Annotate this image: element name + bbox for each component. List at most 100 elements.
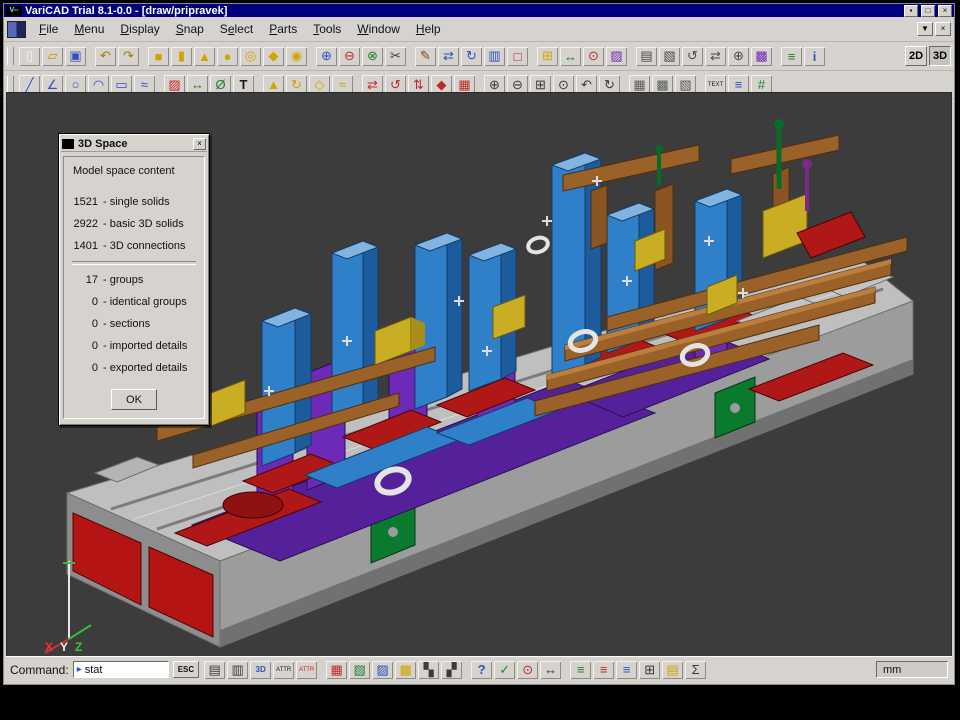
rotate-view-icon[interactable]: ↺ xyxy=(682,47,703,66)
open-file-icon[interactable]: ▱ xyxy=(42,47,63,66)
insert-part-icon[interactable]: ⊞ xyxy=(537,47,558,66)
units-field[interactable]: mm xyxy=(876,661,948,678)
mode-2d-button[interactable]: 2D xyxy=(905,46,927,66)
list-groups-icon[interactable]: ≡ xyxy=(593,661,614,679)
menu-item-display[interactable]: Display xyxy=(112,20,167,38)
rotate-solid-icon[interactable]: ↻ xyxy=(461,47,482,66)
stat-row-basic-solids: 2922 - basic 3D solids xyxy=(68,213,200,235)
calculator-icon[interactable]: Σ xyxy=(685,661,706,679)
plot-icon[interactable]: ▥ xyxy=(227,661,248,679)
command-label: Command: xyxy=(10,663,69,677)
viewport-3d[interactable]: X Y Z 3D Space × Model space content 152… xyxy=(6,92,952,657)
dialog-close-icon[interactable]: × xyxy=(193,138,206,150)
menu-item-window[interactable]: Window xyxy=(349,20,408,38)
solid-cone-icon[interactable]: ▲ xyxy=(194,47,215,66)
solid-cylinder-icon[interactable]: ▮ xyxy=(171,47,192,66)
select-layer-icon[interactable]: ▧ xyxy=(349,661,370,679)
pan-view-icon[interactable]: ⇄ xyxy=(705,47,726,66)
print-icon[interactable]: ▤ xyxy=(204,661,225,679)
list-layers-icon[interactable]: ≡ xyxy=(616,661,637,679)
solid-cut-icon[interactable]: ✂ xyxy=(385,47,406,66)
attributes-icon[interactable]: ≡ xyxy=(781,47,802,66)
mdi-restore-button[interactable]: ▼ xyxy=(917,22,933,36)
menu-item-parts[interactable]: Parts xyxy=(261,20,305,38)
boolean-union-icon[interactable]: ⊕ xyxy=(316,47,337,66)
menu-item-help[interactable]: Help xyxy=(408,20,449,38)
save-file-icon[interactable]: ▣ xyxy=(65,47,86,66)
undo-icon[interactable]: ↶ xyxy=(95,47,116,66)
info-icon[interactable]: i xyxy=(804,47,825,66)
maximize-button[interactable]: □ xyxy=(921,5,935,17)
mdi-close-button[interactable]: × xyxy=(935,22,951,36)
stat-value: 1401 xyxy=(68,240,98,252)
command-combo[interactable]: ▸ xyxy=(73,661,169,678)
toolbar-grip[interactable] xyxy=(7,76,14,94)
stat-value: 0 xyxy=(68,296,98,308)
view-front-icon[interactable]: ▤ xyxy=(636,47,657,66)
copy-solid-icon[interactable]: ▥ xyxy=(484,47,505,66)
hide-solid-icon[interactable]: ▩ xyxy=(751,47,772,66)
snap-point-icon[interactable]: ⊙ xyxy=(583,47,604,66)
dialog-title-bar[interactable]: 3D Space × xyxy=(61,136,207,152)
list-solids-icon[interactable]: ≡ xyxy=(570,661,591,679)
command-bar-icons: ▤▥3DATTRATTR▦▧▨▩▚▞?✓⊙↔≡≡≡⊞▤Σ xyxy=(203,660,707,679)
unblank-solid-icon[interactable]: ▞ xyxy=(441,661,462,679)
solid-sphere-icon[interactable]: ● xyxy=(217,47,238,66)
menu-item-menu[interactable]: Menu xyxy=(66,20,112,38)
boolean-intersect-icon[interactable]: ⊗ xyxy=(362,47,383,66)
blank-solid-icon[interactable]: ▚ xyxy=(418,661,439,679)
verify-icon[interactable]: ✓ xyxy=(494,661,515,679)
solid-pipe-icon[interactable]: ◉ xyxy=(286,47,307,66)
close-button[interactable]: × xyxy=(938,5,952,17)
select-type-icon[interactable]: ▨ xyxy=(372,661,393,679)
title-bar[interactable]: V-- VariCAD Trial 8.1-0.0 - [draw/pripra… xyxy=(4,4,954,17)
toolbar-grip[interactable] xyxy=(7,47,14,65)
select-all-icon[interactable]: ▦ xyxy=(326,661,347,679)
database-table-icon[interactable]: ⊞ xyxy=(639,661,660,679)
convert-3d-2d-icon[interactable]: 3D xyxy=(250,661,271,679)
menu-item-select[interactable]: Select xyxy=(212,20,261,38)
toolbar-group-separator xyxy=(628,47,635,66)
command-input[interactable] xyxy=(85,664,149,676)
menu-item-file[interactable]: File xyxy=(31,20,66,38)
stat-row-identical-groups: 0 - identical groups xyxy=(68,291,200,313)
edit-solid-icon[interactable]: ✎ xyxy=(415,47,436,66)
redo-icon[interactable]: ↷ xyxy=(118,47,139,66)
identify-icon[interactable]: ? xyxy=(471,661,492,679)
notes-icon[interactable]: ▤ xyxy=(662,661,683,679)
attributes-edit-icon[interactable]: ATTR xyxy=(296,661,317,679)
toolbar-group-separator xyxy=(308,47,315,66)
zoom-select-icon[interactable]: ⊕ xyxy=(728,47,749,66)
dialog-icon xyxy=(62,139,74,149)
axis-y-label: Y xyxy=(60,640,68,654)
new-file-icon[interactable]: ▯ xyxy=(19,47,40,66)
esc-button[interactable]: ESC xyxy=(173,661,199,678)
mode-3d-button[interactable]: 3D xyxy=(929,46,951,66)
solid-box-icon[interactable]: ■ xyxy=(148,47,169,66)
shade-button[interactable]: ▪ xyxy=(904,5,918,17)
select-color-icon[interactable]: ▩ xyxy=(395,661,416,679)
attributes-view-icon[interactable]: ATTR xyxy=(273,661,294,679)
stat-label: - exported details xyxy=(103,362,187,374)
stat-value: 17 xyxy=(68,274,98,286)
ok-button[interactable]: OK xyxy=(111,389,157,410)
toolbar-group-separator xyxy=(87,47,94,66)
command-bar: Command: ▸ ESC ▤▥3DATTRATTR▦▧▨▩▚▞?✓⊙↔≡≡≡… xyxy=(6,656,952,682)
axis-x-label: X xyxy=(45,640,53,654)
toolbar-main-icons: ▯▱▣↶↷■▮▲●◎◆◉⊕⊖⊗✂✎⇄↻▥□⊞↔⊙▨▤▧↺⇄⊕▩≡i xyxy=(18,47,826,66)
distance-icon[interactable]: ↔ xyxy=(540,661,561,679)
section-icon[interactable]: ▨ xyxy=(606,47,627,66)
solid-prism-icon[interactable]: ◆ xyxy=(263,47,284,66)
menu-item-snap[interactable]: Snap xyxy=(168,20,212,38)
delete-solid-icon[interactable]: □ xyxy=(507,47,528,66)
stat-row-imported-details: 0 - imported details xyxy=(68,335,200,357)
solid-torus-icon[interactable]: ◎ xyxy=(240,47,261,66)
locate-icon[interactable]: ⊙ xyxy=(517,661,538,679)
measure-icon[interactable]: ↔ xyxy=(560,47,581,66)
menu-item-tools[interactable]: Tools xyxy=(305,20,349,38)
window-title: VariCAD Trial 8.1-0.0 - [draw/pripravek] xyxy=(25,5,901,17)
move-solid-icon[interactable]: ⇄ xyxy=(438,47,459,66)
view-iso-icon[interactable]: ▧ xyxy=(659,47,680,66)
boolean-subtract-icon[interactable]: ⊖ xyxy=(339,47,360,66)
toolbar-group-separator xyxy=(318,660,325,679)
